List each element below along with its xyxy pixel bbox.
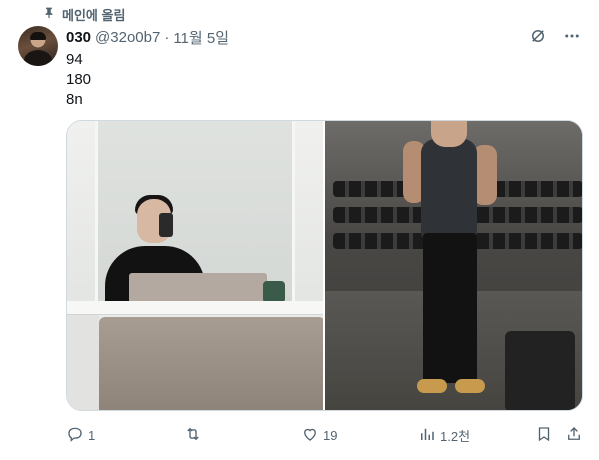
gym-selfie-photo[interactable] — [325, 121, 582, 410]
repost-icon — [184, 425, 202, 446]
avatar[interactable] — [18, 26, 58, 66]
pin-icon — [42, 5, 56, 24]
tweet-line: 94 — [66, 51, 83, 68]
author-handle[interactable]: @32o0b7 — [95, 29, 160, 46]
action-bar: 1 19 1.2천 — [66, 424, 583, 446]
header-icons — [529, 27, 581, 50]
views-icon — [418, 425, 436, 446]
views-count: 1.2천 — [440, 428, 471, 444]
bookmark-icon — [535, 425, 553, 446]
bookmark-button[interactable] — [535, 424, 553, 446]
repost-button[interactable] — [184, 424, 206, 446]
mirror-selfie-photo[interactable] — [67, 121, 323, 410]
share-icon — [565, 425, 583, 446]
reply-button[interactable]: 1 — [66, 424, 95, 446]
grok-icon[interactable] — [529, 27, 547, 50]
pinned-label: 메인에 올림 — [62, 7, 126, 23]
post-date[interactable]: 11월 5일 — [173, 27, 229, 48]
views-button[interactable]: 1.2천 — [418, 424, 470, 446]
more-icon[interactable] — [563, 27, 581, 50]
separator-dot: · — [164, 28, 170, 46]
reply-icon — [66, 425, 84, 446]
tweet-header: 030 @32o0b7 · 11월 5일 — [66, 27, 229, 47]
like-count: 19 — [323, 427, 338, 443]
pinned-indicator: 메인에 올림 — [42, 5, 125, 23]
share-button[interactable] — [565, 424, 583, 446]
tweet-line: 180 — [66, 71, 92, 88]
heart-icon — [301, 425, 319, 446]
like-button[interactable]: 19 — [301, 424, 337, 446]
reply-count: 1 — [88, 427, 96, 443]
tweet-text: 94 180 8n — [66, 50, 91, 110]
author-name[interactable]: 030 — [66, 29, 91, 46]
tweet-line: 8n — [66, 91, 83, 108]
media-grid — [66, 120, 583, 411]
